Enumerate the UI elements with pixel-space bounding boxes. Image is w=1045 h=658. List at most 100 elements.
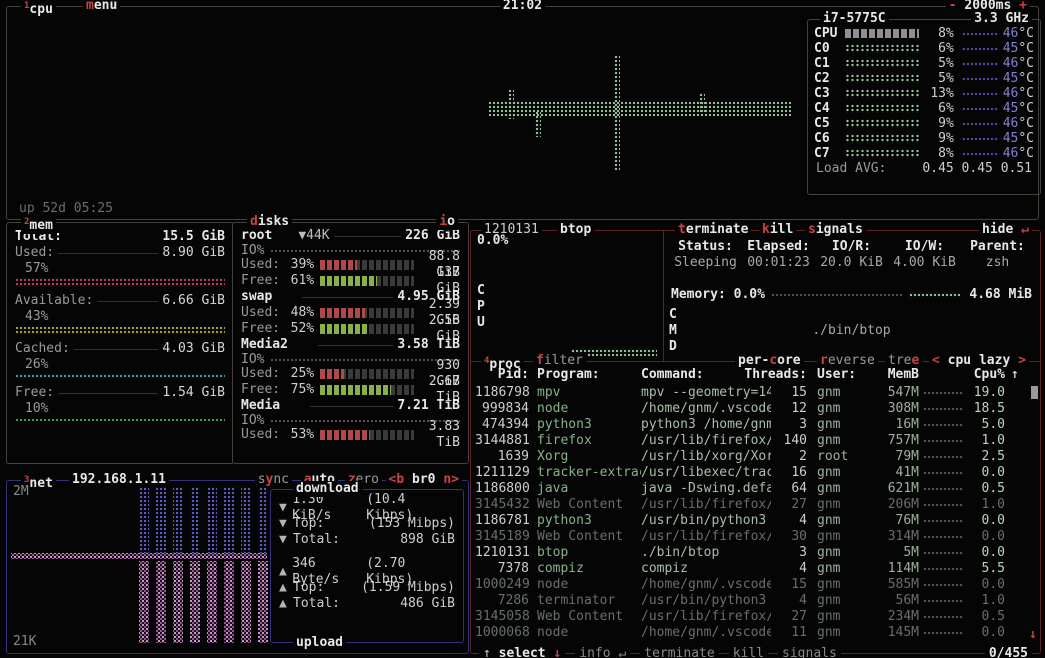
cpu-graph bbox=[488, 101, 791, 117]
process-row[interactable]: 7286 terminator /usr/bin/python3 /u 4 gn… bbox=[471, 593, 1040, 609]
process-row[interactable]: 1000068 node /home/gnm/.vscode-s 11 gnm … bbox=[471, 625, 1040, 641]
core-usage-percent: 9% bbox=[923, 116, 954, 132]
process-row[interactable]: 1186781 python3 /usr/bin/python3 /h 4 gn… bbox=[471, 513, 1040, 529]
column-cpu[interactable]: Cpu% bbox=[957, 367, 1005, 383]
sort-prev-arrow[interactable]: < bbox=[932, 353, 940, 368]
process-user: gnm bbox=[817, 625, 873, 641]
detail-headers-row: Status:Elapsed:IO/R:IO/W:Parent: bbox=[663, 239, 1040, 255]
process-threads: 27 bbox=[771, 497, 807, 513]
disk-free-percent: 75% bbox=[280, 382, 314, 398]
column-user[interactable]: User: bbox=[817, 367, 856, 383]
footer-signals-button[interactable]: signals bbox=[778, 646, 841, 658]
sort-next-arrow[interactable]: > bbox=[1018, 353, 1026, 368]
select-control[interactable]: ↑ select ↓ bbox=[479, 646, 565, 658]
process-command: python3 /home/gnm/b bbox=[641, 417, 771, 433]
core-temperature: 46°C bbox=[1003, 146, 1034, 162]
process-row[interactable]: 474394 python3 python3 /home/gnm/b 3 gnm… bbox=[471, 417, 1040, 433]
core-name: CPU bbox=[814, 26, 845, 42]
disk-free-percent: 52% bbox=[280, 321, 314, 337]
core-temperature: 46°C bbox=[1003, 86, 1034, 102]
direction-arrow-icon: ▲ bbox=[279, 564, 292, 580]
process-row[interactable]: 1639 Xorg /usr/lib/xorg/Xorg 2 root 79M … bbox=[471, 449, 1040, 465]
upload-label: upload bbox=[293, 635, 346, 651]
process-command: /usr/lib/firefox/fi bbox=[641, 497, 771, 513]
memory-stat-meter bbox=[15, 418, 225, 423]
detail-memory-label: Memory: bbox=[671, 287, 726, 303]
menu-button[interactable]: menu bbox=[83, 0, 120, 14]
process-pid: 1186800 bbox=[475, 481, 529, 497]
core-temp-meter bbox=[962, 92, 999, 96]
scroll-up-icon[interactable]: ↑ bbox=[1011, 367, 1019, 383]
cpu-box-title[interactable]: 1cpu bbox=[21, 0, 56, 18]
process-threads: 15 bbox=[771, 577, 807, 593]
process-row[interactable]: 1186798 mpv mpv --geometry=1462 15 gnm 5… bbox=[471, 385, 1040, 401]
column-program[interactable]: Program: bbox=[537, 367, 600, 383]
network-stat-line: ▼ Total: 898 GiB bbox=[271, 532, 463, 548]
core-name: C0 bbox=[814, 41, 845, 57]
footer-kill-button[interactable]: kill bbox=[729, 646, 768, 658]
direction-arrow-icon: ▼ bbox=[279, 500, 292, 516]
process-threads: 64 bbox=[771, 481, 807, 497]
disk-free-label: Free: bbox=[241, 321, 280, 337]
process-pid: 1000068 bbox=[475, 625, 529, 641]
process-row[interactable]: 3144881 firefox /usr/lib/firefox/fi 140 … bbox=[471, 433, 1040, 449]
process-cpu-percent: 1.0 bbox=[963, 433, 1005, 449]
footer-terminate-button[interactable]: terminate bbox=[640, 646, 718, 658]
column-memb[interactable]: MemB bbox=[873, 367, 919, 383]
column-command[interactable]: Command: bbox=[641, 367, 704, 383]
process-row[interactable]: 1186800 java java -Dswing.defaul 64 gnm … bbox=[471, 481, 1040, 497]
process-program: python3 bbox=[537, 513, 641, 529]
network-stat-label: Top: bbox=[293, 580, 324, 596]
process-row[interactable]: 1210131 btop ./bin/btop 3 gnm 5M 0.0 bbox=[471, 545, 1040, 561]
process-memory: 314M bbox=[873, 529, 919, 545]
interface-switcher[interactable]: <b br0 n> bbox=[386, 472, 462, 488]
network-ip-address: 192.168.1.11 bbox=[69, 472, 169, 488]
process-command: /usr/lib/xorg/Xorg bbox=[641, 449, 771, 465]
terminate-button[interactable]: terminate bbox=[675, 222, 751, 238]
process-user: gnm bbox=[817, 401, 873, 417]
memory-box-title[interactable]: 2mem bbox=[21, 214, 56, 234]
detail-command: ./bin/btop bbox=[663, 323, 1040, 339]
btop-screen: 1cpu menu 21:02 - 2000ms + i7-5775C 3.3 … bbox=[0, 0, 1045, 658]
kill-button[interactable]: kill bbox=[759, 222, 796, 238]
enter-arrow-icon: ↵ bbox=[1021, 222, 1029, 237]
process-row[interactable]: 3145189 Web Content /usr/lib/firefox/fi … bbox=[471, 529, 1040, 545]
scrollbar-thumb[interactable] bbox=[1031, 386, 1038, 399]
core-usage-percent: 13% bbox=[923, 86, 954, 102]
column-pid[interactable]: Pid: bbox=[475, 367, 529, 383]
signals-button[interactable]: signals bbox=[805, 222, 866, 238]
column-threads[interactable]: Threads: bbox=[729, 367, 807, 383]
core-name: C1 bbox=[814, 56, 845, 72]
disks-box-title[interactable]: disks bbox=[247, 214, 292, 230]
process-memory: 79M bbox=[873, 449, 919, 465]
core-usage-meter bbox=[845, 44, 919, 53]
scroll-down-icon[interactable]: ↓ bbox=[1029, 627, 1037, 643]
info-button[interactable]: info ↵ bbox=[575, 646, 630, 658]
process-cpu-graph bbox=[923, 439, 963, 443]
disk-entry: swap 4.95 GiB Used: 48% 2.39 GiB Free: bbox=[241, 289, 460, 337]
detail-memory-value: 4.68 MiB bbox=[969, 287, 1032, 303]
process-row[interactable]: 3145058 Web Content /usr/lib/firefox/fi … bbox=[471, 609, 1040, 625]
process-row[interactable]: 7378 compiz compiz 4 gnm 114M 5.5 bbox=[471, 561, 1040, 577]
cpu-graph-spike bbox=[535, 111, 541, 137]
process-program: btop bbox=[537, 545, 641, 561]
sync-button[interactable]: sync bbox=[255, 472, 292, 488]
process-row[interactable]: 1211129 tracker-extract /usr/libexec/tra… bbox=[471, 465, 1040, 481]
process-row[interactable]: 1000249 node /home/gnm/.vscode-s 15 gnm … bbox=[471, 577, 1040, 593]
memory-stat-percent: 10% bbox=[15, 401, 225, 417]
memory-stats-list: Used: 8.90 GiB 57% Available: 6.66 GiB bbox=[15, 245, 225, 423]
io-mode-button[interactable]: io bbox=[436, 214, 458, 230]
process-threads: 11 bbox=[771, 625, 807, 641]
cpu-core-row: C4 6% 45°C bbox=[808, 101, 1040, 116]
hide-button[interactable]: hide ↵ bbox=[979, 222, 1032, 238]
process-pid: 1210131 bbox=[475, 545, 529, 561]
interval-decrease-button[interactable]: - bbox=[949, 0, 957, 13]
process-row[interactable]: 3145432 Web Content /usr/lib/firefox/fi … bbox=[471, 497, 1040, 513]
process-cpu-graph bbox=[923, 551, 963, 555]
process-program: Web Content bbox=[537, 529, 641, 545]
cpu-core-row: C0 6% 45°C bbox=[808, 41, 1040, 56]
process-row[interactable]: 999834 node /home/gnm/.vscode-s 12 gnm 3… bbox=[471, 401, 1040, 417]
process-list-header: Pid: Program: Command: Threads: User: Me… bbox=[471, 367, 1040, 383]
process-pid: 1639 bbox=[475, 449, 529, 465]
process-threads: 12 bbox=[771, 401, 807, 417]
